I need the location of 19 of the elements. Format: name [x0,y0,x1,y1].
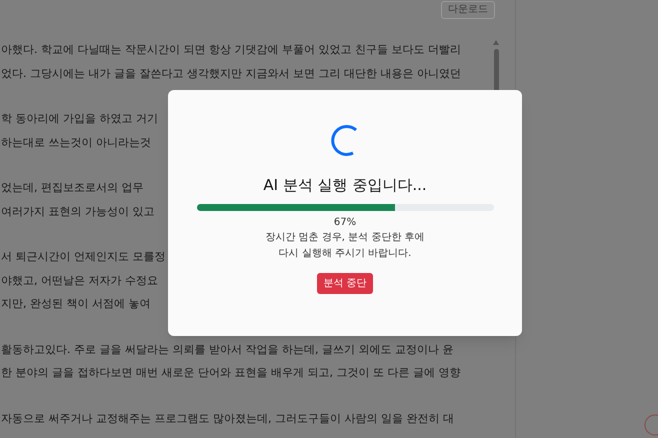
text-line: 한 분야의 글을 접하다보면 매번 새로운 단어와 표현을 배우게 되고, 그것이 또 다른 글에 영향 [0,365,460,381]
text-line: 지만, 완성된 책이 서점에 놓여 [0,296,150,312]
dialog-title: AI 분석 실행 중입니다... [263,175,427,195]
text-line: 었다. 그당시에는 내가 글을 잘쓴다고 생각했지만 지금와서 보면 그리 대단한 내용은 아니였던 [0,66,461,82]
text-line: 아했다. 학교에 다닐때는 작문시간이 되면 항상 기댓감에 부풀어 있었고 친구들 보다도 더빨리 [0,42,461,58]
dialog-message: 다시 실행해 주시기 바랍니다. [278,247,412,261]
text-line: 하는대로 쓰는것이 아니라는것 [0,134,151,150]
stop-analysis-button[interactable]: 분석 중단 [317,273,373,294]
download-button[interactable]: 다운로드 [441,1,495,19]
text-line: 자동으로 써주거나 교정해주는 프로그램도 많아졌는데, 그러도구들이 사람의 일을 완전히 대 [0,410,454,426]
text-line: 었는데, 편집보조로서의 업무 [0,180,144,196]
text-line: 활동하고있다. 주로 글을 써달라는 의뢰를 받아서 작업을 하는데, 글쓰기 외에도 교정이나 윤 [0,342,454,358]
text-line: 야했고, 어떤날은 저자가 수정요 [0,272,158,288]
text-line: 여러가지 표현의 가능성이 있고 [0,204,154,220]
dialog-message: 장시간 멈춘 경우, 분석 중단한 후에 [265,231,425,245]
scroll-up-icon[interactable] [493,40,499,45]
progress-percent: 67% [334,216,356,230]
text-line: 학 동아리에 가입을 하였고 거기 [0,111,158,127]
text-line: 서 퇴근시간이 언제인지도 모를정 [0,249,166,265]
